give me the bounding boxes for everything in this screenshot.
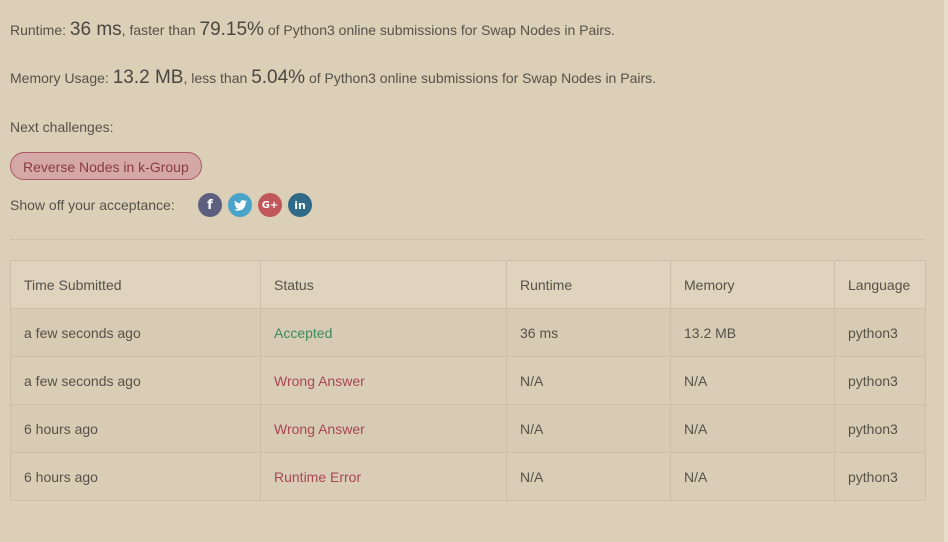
header-status[interactable]: Status xyxy=(260,260,507,309)
google-plus-icon[interactable]: G+ xyxy=(258,193,282,217)
cell-memory: N/A xyxy=(670,452,835,501)
cell-status: Runtime Error xyxy=(260,452,507,501)
linkedin-icon[interactable]: in xyxy=(288,193,312,217)
runtime-summary: Runtime: 36 ms, faster than 79.15% of Py… xyxy=(10,19,615,41)
cell-time: a few seconds ago xyxy=(10,356,261,405)
cell-runtime: N/A xyxy=(506,404,671,453)
challenge-chip-reverse-nodes[interactable]: Reverse Nodes in k-Group xyxy=(10,152,202,180)
table-row: 6 hours ago Wrong Answer N/A N/A python3 xyxy=(10,404,926,453)
runtime-suffix: of Python3 online submissions for Swap N… xyxy=(267,22,615,38)
right-edge-strip xyxy=(944,0,948,542)
runtime-percent: 79.15% xyxy=(199,19,264,40)
memory-value: 13.2 MB xyxy=(112,67,184,88)
runtime-faster-text: , faster than xyxy=(121,22,196,38)
runtime-value: 36 ms xyxy=(69,19,122,40)
cell-runtime: 36 ms xyxy=(506,308,671,357)
status-link[interactable]: Wrong Answer xyxy=(274,373,365,389)
memory-label: Memory Usage: xyxy=(10,70,109,86)
table-row: a few seconds ago Wrong Answer N/A N/A p… xyxy=(10,356,926,405)
table-row: a few seconds ago Accepted 36 ms 13.2 MB… xyxy=(10,308,926,357)
submissions-table: Time Submitted Status Runtime Memory Lan… xyxy=(10,260,926,501)
cell-language: python3 xyxy=(834,356,926,405)
cell-time: 6 hours ago xyxy=(10,404,261,453)
cell-language: python3 xyxy=(834,404,926,453)
cell-language: python3 xyxy=(834,452,926,501)
cell-status: Wrong Answer xyxy=(260,356,507,405)
cell-language: python3 xyxy=(834,308,926,357)
memory-less-text: , less than xyxy=(183,70,248,86)
memory-percent: 5.04% xyxy=(251,67,306,88)
table-header-row: Time Submitted Status Runtime Memory Lan… xyxy=(10,260,926,309)
memory-summary: Memory Usage: 13.2 MB, less than 5.04% o… xyxy=(10,67,656,89)
twitter-bird-glyph xyxy=(233,199,247,211)
header-memory[interactable]: Memory xyxy=(670,260,835,309)
facebook-icon[interactable]: f xyxy=(198,193,222,217)
twitter-icon[interactable] xyxy=(228,193,252,217)
cell-memory: N/A xyxy=(670,356,835,405)
status-link[interactable]: Accepted xyxy=(274,325,332,341)
header-runtime[interactable]: Runtime xyxy=(506,260,671,309)
table-row: 6 hours ago Runtime Error N/A N/A python… xyxy=(10,452,926,501)
share-label: Show off your acceptance: xyxy=(10,197,175,213)
cell-memory: 13.2 MB xyxy=(670,308,835,357)
header-time-submitted[interactable]: Time Submitted xyxy=(10,260,261,309)
cell-memory: N/A xyxy=(670,404,835,453)
status-link[interactable]: Runtime Error xyxy=(274,469,361,485)
header-language[interactable]: Language xyxy=(834,260,926,309)
status-link[interactable]: Wrong Answer xyxy=(274,421,365,437)
cell-runtime: N/A xyxy=(506,356,671,405)
next-challenges-label: Next challenges: xyxy=(10,119,114,135)
share-icons: f G+ in xyxy=(198,193,312,217)
cell-time: 6 hours ago xyxy=(10,452,261,501)
cell-runtime: N/A xyxy=(506,452,671,501)
cell-time: a few seconds ago xyxy=(10,308,261,357)
runtime-label: Runtime: xyxy=(10,22,67,38)
cell-status: Wrong Answer xyxy=(260,404,507,453)
cell-status: Accepted xyxy=(260,308,507,357)
section-divider xyxy=(10,239,924,240)
memory-suffix: of Python3 online submissions for Swap N… xyxy=(308,70,657,86)
